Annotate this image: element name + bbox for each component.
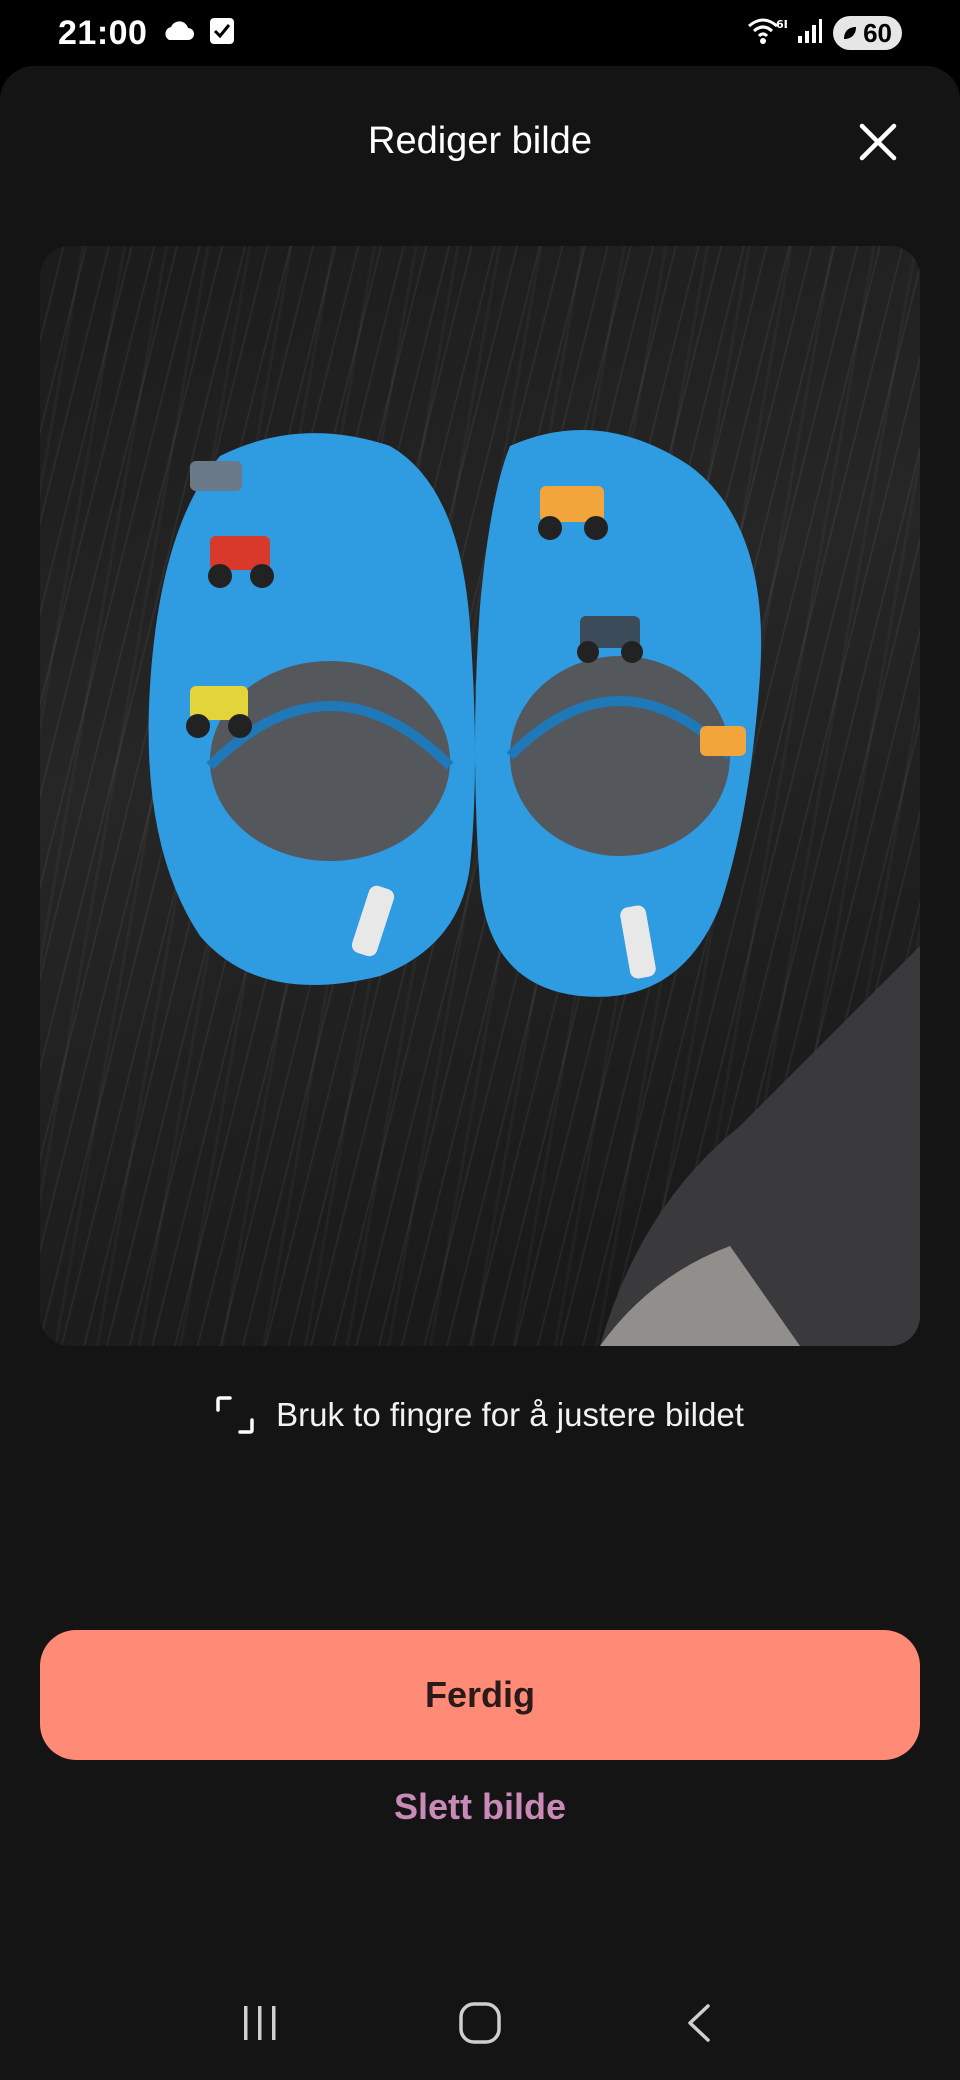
page-title: Rediger bilde <box>368 120 592 162</box>
back-icon <box>688 2004 710 2042</box>
adjust-hint-text: Bruk to fingre for å justere bildet <box>276 1396 744 1433</box>
close-icon <box>859 123 897 161</box>
done-button[interactable]: Ferdig <box>40 1630 920 1760</box>
recent-apps-icon <box>244 2006 276 2040</box>
battery-indicator: 60 <box>833 16 902 50</box>
status-right: 6E 60 <box>747 16 902 51</box>
status-time: 21:00 <box>58 13 148 52</box>
cloud-icon <box>161 20 195 47</box>
checkbox-icon <box>209 17 235 50</box>
adjust-hint: Bruk to fingre for å justere bildet <box>0 1396 960 1434</box>
status-bar: 21:00 6E 60 <box>0 0 960 66</box>
close-button[interactable] <box>850 114 906 170</box>
back-button[interactable] <box>665 1988 735 2058</box>
battery-level: 60 <box>863 17 892 48</box>
photo-preview[interactable] <box>40 246 920 1346</box>
battery-saver-icon <box>844 27 857 39</box>
signal-icon <box>797 18 823 49</box>
network-label: 6E <box>776 18 787 31</box>
home-button[interactable] <box>445 1988 515 2058</box>
home-icon <box>459 2002 501 2044</box>
edit-image-sheet: Rediger bilde Bruk to fingre for å juste… <box>0 66 960 2080</box>
system-nav-bar <box>0 1966 960 2080</box>
recent-apps-button[interactable] <box>225 1988 295 2058</box>
crop-frame-icon <box>216 1396 254 1434</box>
wifi-icon: 6E <box>747 16 791 51</box>
delete-image-button[interactable]: Slett bilde <box>0 1786 960 1828</box>
shoes-illustration <box>148 430 920 1346</box>
status-left: 21:00 <box>58 14 235 53</box>
